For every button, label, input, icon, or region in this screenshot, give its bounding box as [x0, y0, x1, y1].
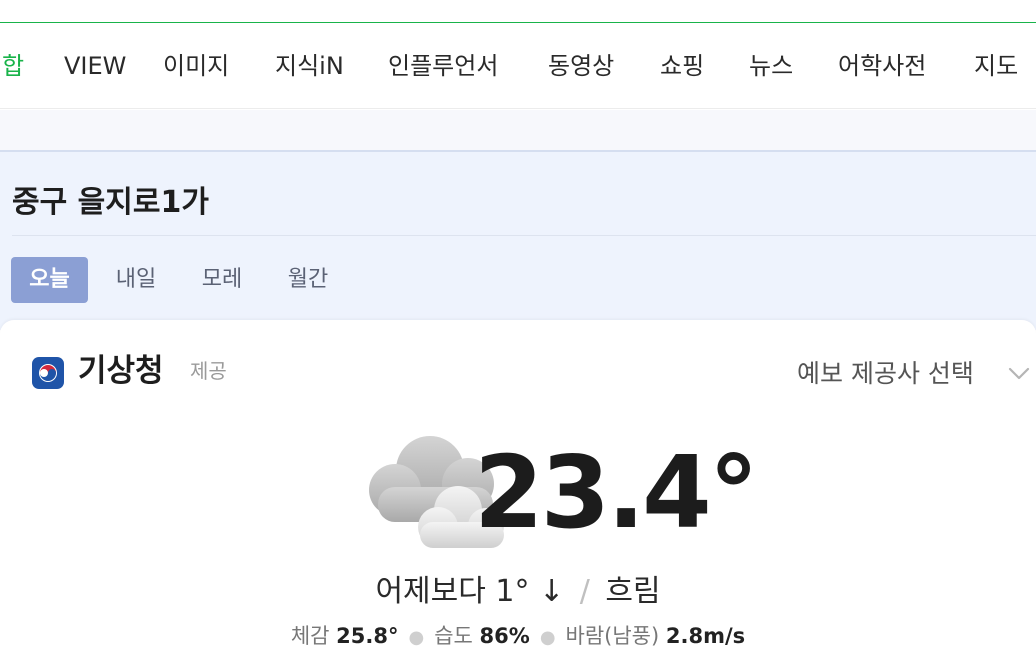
current-temperature: 23.4°: [474, 434, 759, 551]
weather-header-section: 중구 을지로1가 오늘 내일 모레 월간: [0, 150, 1036, 330]
feels-like-value: 25.8°: [336, 624, 399, 648]
tab-knowledge-in[interactable]: 지식iN: [275, 51, 344, 81]
location-title: 중구 을지로1가: [12, 185, 209, 220]
weather-summary: 어제보다 1° ↓ / 흐림: [0, 572, 1036, 612]
weather-card: 기상청 제공 예보 제공사 선택 23.4° 어제보다 1° ↓ / 흐림 체감…: [0, 320, 1036, 666]
tab-video[interactable]: 동영상: [548, 51, 614, 81]
wind-value: 2.8m/s: [665, 624, 746, 648]
tab-map[interactable]: 지도: [974, 51, 1018, 81]
provider-label: 제공: [190, 359, 227, 383]
weather-details: 체감 25.8° ● 습도 86% ● 바람(남풍) 2.8m/s: [0, 620, 1036, 654]
tab-dictionary[interactable]: 어학사전: [838, 51, 926, 81]
temperature-compare: 어제보다 1° ↓: [375, 574, 565, 609]
section-spacer: [0, 110, 1036, 150]
feels-like-label: 체감: [290, 624, 330, 648]
kma-logo-icon: [32, 357, 64, 389]
tab-influencer[interactable]: 인플루언서: [388, 51, 498, 81]
tab-view[interactable]: VIEW: [64, 51, 126, 81]
separator: /: [579, 574, 590, 609]
provider-name: 기상청: [78, 353, 164, 389]
tab-today[interactable]: 오늘: [11, 257, 88, 303]
humidity-label: 습도: [434, 624, 473, 648]
search-tab-nav: 합 VIEW 이미지 지식iN 인플루언서 동영상 쇼핑 뉴스 어학사전 지도: [0, 23, 1036, 109]
provider-select-button[interactable]: 예보 제공사 선택: [797, 356, 974, 392]
tab-shopping[interactable]: 쇼핑: [660, 51, 704, 81]
tab-tomorrow[interactable]: 내일: [100, 257, 172, 303]
humidity-value: 86%: [479, 624, 530, 648]
chevron-down-icon[interactable]: [1006, 360, 1032, 386]
weather-condition: 흐림: [605, 574, 661, 609]
dot-separator: ●: [539, 627, 556, 648]
tab-monthly[interactable]: 월간: [272, 257, 344, 303]
divider: [12, 235, 1036, 236]
tab-day-after-tomorrow[interactable]: 모레: [186, 257, 258, 303]
dot-separator: ●: [408, 627, 425, 648]
tab-all[interactable]: 합: [2, 51, 24, 81]
wind-label: 바람(남풍): [565, 624, 660, 648]
tab-images[interactable]: 이미지: [163, 51, 229, 81]
tab-news[interactable]: 뉴스: [749, 51, 793, 81]
